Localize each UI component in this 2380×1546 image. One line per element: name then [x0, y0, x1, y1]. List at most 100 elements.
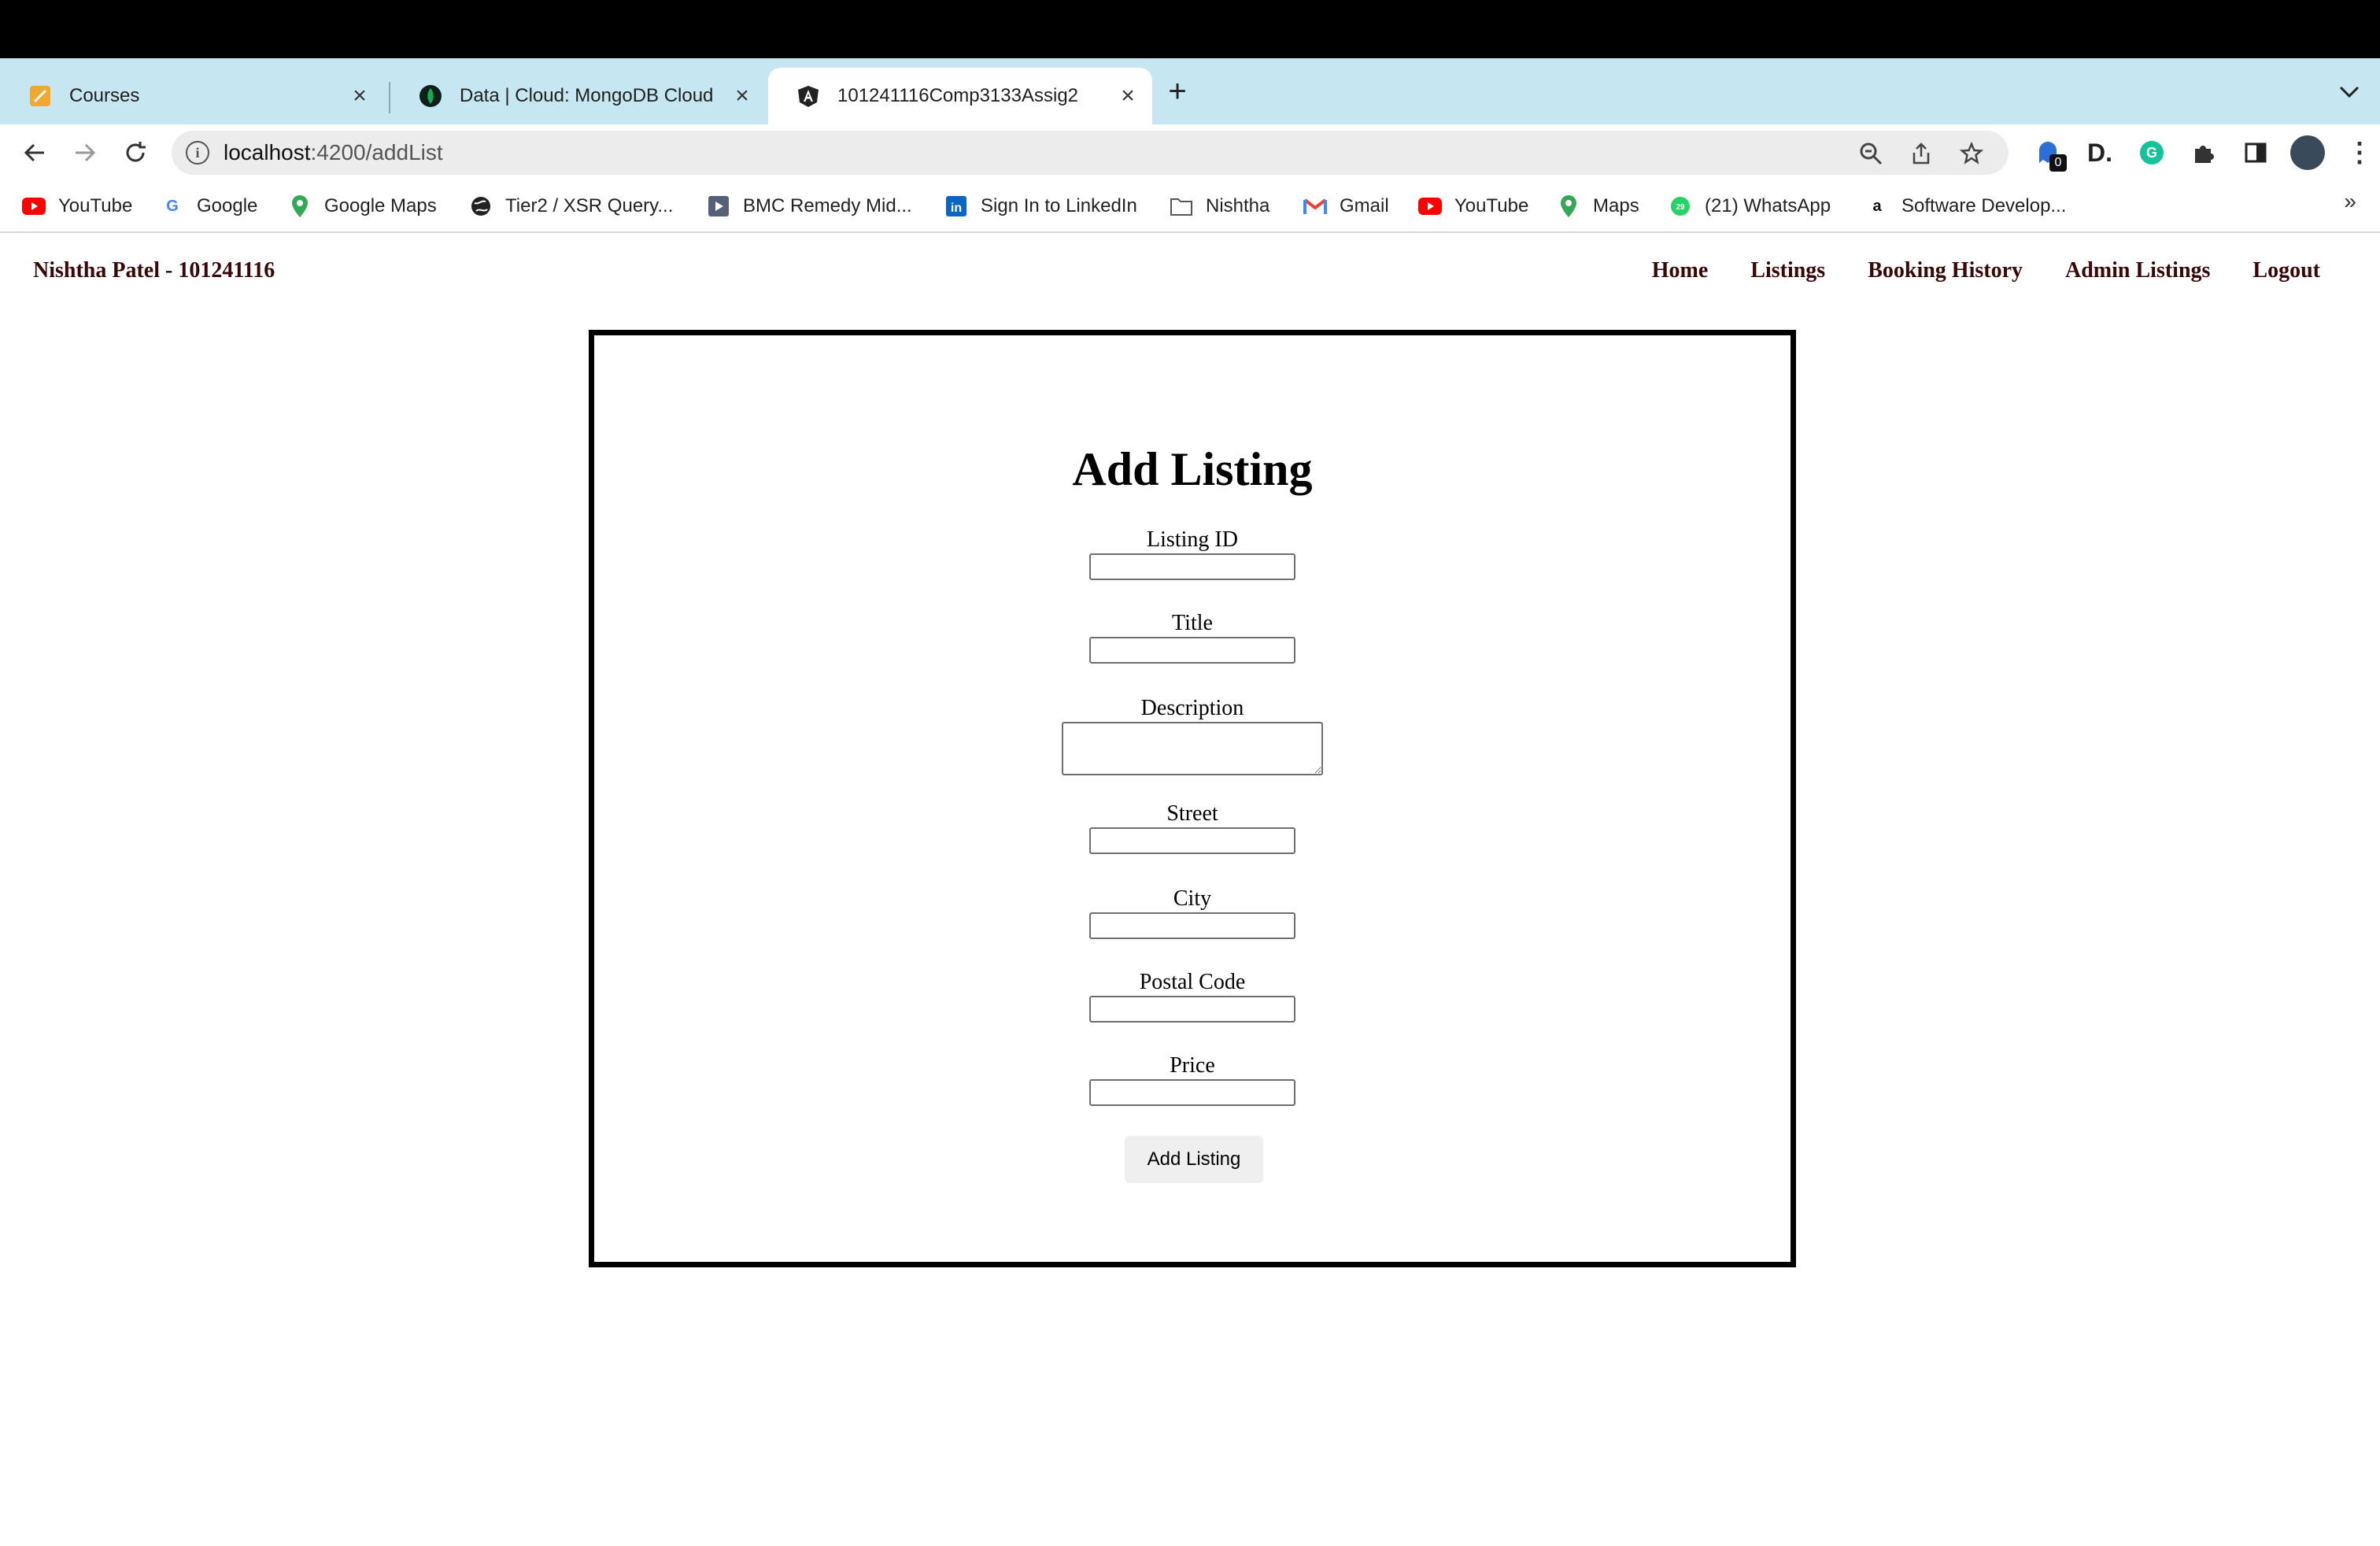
linkedin-icon: in [944, 194, 968, 218]
bookmark-youtube[interactable]: YouTube [22, 190, 132, 222]
postal-code-field: Postal Code [594, 969, 1791, 1023]
bookmark-whatsapp[interactable]: 29 (21) WhatsApp [1669, 190, 1831, 222]
globe-icon [469, 194, 493, 218]
postal-code-label: Postal Code [1139, 970, 1246, 994]
bookmark-label: Maps [1593, 195, 1639, 216]
nav-booking-history-link[interactable]: Booking History [1868, 258, 2023, 283]
bookmark-label: Software Develop... [1901, 195, 2067, 216]
description-field: Description [594, 695, 1791, 775]
side-panel-icon[interactable] [2238, 135, 2273, 170]
extension-ghost-icon[interactable]: 0 [2031, 135, 2067, 172]
youtube-icon [1418, 194, 1442, 218]
nav-admin-listings-link[interactable]: Admin Listings [2065, 258, 2210, 283]
street-input[interactable] [1089, 827, 1295, 854]
close-icon[interactable]: × [348, 83, 371, 109]
profile-avatar[interactable] [2290, 135, 2325, 170]
bookmark-label: (21) WhatsApp [1705, 195, 1831, 216]
add-listing-button[interactable]: Add Listing [1125, 1136, 1263, 1183]
bookmark-label: Google [197, 195, 258, 216]
bookmark-software-develop[interactable]: a Software Develop... [1865, 190, 2066, 222]
maps-pin-icon [1557, 194, 1580, 218]
city-input[interactable] [1089, 912, 1295, 939]
youtube-icon [22, 194, 46, 218]
bookmark-label: YouTube [58, 195, 133, 216]
more-bookmarks-chevron-icon[interactable]: » [2344, 189, 2356, 214]
bookmark-linkedin[interactable]: in Sign In to LinkedIn [944, 190, 1137, 222]
bookmark-bmc-remedy[interactable]: BMC Remedy Mid... [707, 190, 912, 222]
kebab-menu-icon[interactable]: ⋮ [2342, 135, 2377, 170]
city-field: City [594, 886, 1791, 939]
tab-title: 101241116Comp3133Assig2 [837, 85, 1079, 106]
listing-id-field: Listing ID [594, 527, 1791, 580]
bookmark-google-maps[interactable]: Google Maps [288, 190, 437, 222]
postal-code-input[interactable] [1089, 996, 1295, 1023]
play-icon [707, 194, 730, 218]
close-icon[interactable]: × [1116, 83, 1140, 109]
notes-icon [28, 84, 52, 108]
listing-id-input[interactable] [1089, 553, 1295, 580]
bookmark-label: Nishtha [1206, 195, 1270, 216]
bookmark-label: Gmail [1340, 195, 1389, 216]
bookmark-youtube-2[interactable]: YouTube [1418, 190, 1528, 222]
back-arrow-icon[interactable] [19, 137, 50, 168]
description-label: Description [1140, 696, 1244, 720]
bookmark-label: Sign In to LinkedIn [981, 195, 1137, 216]
zoom-icon[interactable] [1857, 140, 1884, 167]
tab-courses[interactable]: Courses × [0, 68, 384, 124]
google-icon: G [166, 197, 179, 215]
city-label: City [1173, 886, 1212, 911]
svg-text:in: in [951, 202, 962, 215]
listing-id-label: Listing ID [1147, 527, 1238, 552]
bookmark-google[interactable]: G Google [161, 190, 257, 222]
title-input[interactable] [1089, 637, 1295, 664]
close-icon[interactable]: × [730, 83, 754, 109]
street-field: Street [594, 801, 1791, 854]
bookmark-star-icon[interactable] [1958, 140, 1985, 167]
extension-badge: 0 [2049, 154, 2067, 172]
tab-search-chevron-icon[interactable] [2339, 79, 2360, 104]
price-label: Price [1170, 1053, 1215, 1078]
nav-home-link[interactable]: Home [1652, 258, 1709, 283]
whatsapp-icon: 29 [1669, 194, 1692, 218]
title-label: Title [1172, 611, 1213, 635]
bookmarks-bar: YouTube G Google Google Maps Tier2 / XSR… [0, 181, 2380, 233]
address-url: localhost:4200/addList [224, 140, 443, 165]
nav-listings-link[interactable]: Listings [1750, 258, 1825, 283]
title-field: Title [594, 610, 1791, 664]
angular-icon [796, 84, 820, 108]
tab-mongodb[interactable]: Data | Cloud: MongoDB Cloud × [390, 68, 767, 124]
bookmark-label: Tier2 / XSR Query... [505, 195, 674, 216]
forward-arrow-icon[interactable] [69, 137, 101, 168]
new-tab-plus-icon[interactable]: + [1160, 74, 1195, 109]
address-bar[interactable]: i localhost:4200/addList [172, 131, 2009, 175]
street-label: Street [1166, 801, 1218, 826]
gmail-icon [1303, 194, 1327, 218]
grammarly-icon[interactable]: G [2134, 135, 2169, 170]
price-field: Price [594, 1052, 1791, 1106]
brand-name: Nishtha Patel - 101241116 [33, 258, 275, 283]
nav-logout-link[interactable]: Logout [2252, 258, 2320, 283]
bookmark-gmail[interactable]: Gmail [1303, 190, 1389, 222]
bookmark-maps[interactable]: Maps [1557, 190, 1639, 222]
bookmark-tier2[interactable]: Tier2 / XSR Query... [469, 190, 673, 222]
dashlane-icon[interactable]: D. [2082, 135, 2117, 170]
screen-top-bar [0, 0, 2380, 58]
form-title: Add Listing [1072, 443, 1313, 495]
bookmark-label: Google Maps [324, 195, 437, 216]
puzzle-extensions-icon[interactable] [2186, 135, 2221, 170]
add-listing-card: Add Listing Listing ID Title Description… [589, 330, 1796, 1267]
tab-title: Data | Cloud: MongoDB Cloud [460, 85, 714, 106]
share-icon[interactable] [1908, 140, 1935, 167]
main-nav: Home Listings Booking History Admin List… [1652, 258, 2320, 283]
reload-icon[interactable] [120, 137, 151, 168]
tab-angular-app[interactable]: 101241116Comp3133Assig2 × [768, 68, 1152, 124]
description-textarea[interactable] [1062, 722, 1323, 775]
bookmark-folder-nishtha[interactable]: Nishtha [1170, 190, 1269, 222]
bookmark-label: BMC Remedy Mid... [743, 195, 912, 216]
browser-toolbar: i localhost:4200/addList 0 D. G ⋮ [0, 124, 2380, 181]
mongodb-leaf-icon [419, 84, 442, 108]
price-input[interactable] [1089, 1079, 1295, 1106]
svg-text:29: 29 [1676, 203, 1685, 212]
bookmark-label: YouTube [1454, 195, 1529, 216]
site-info-icon[interactable]: i [186, 141, 209, 165]
